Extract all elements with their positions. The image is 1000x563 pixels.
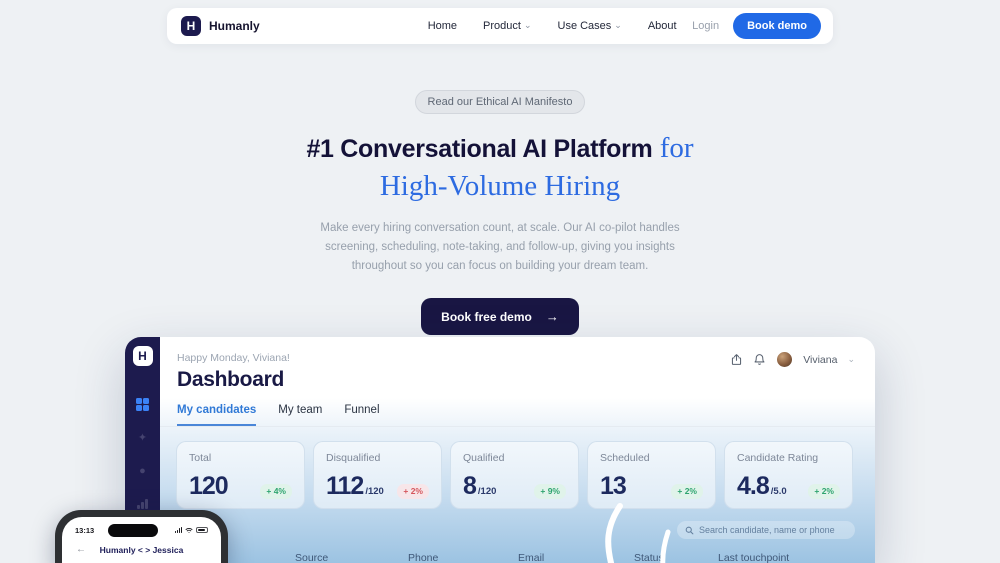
column-header[interactable]: Status bbox=[634, 552, 664, 563]
stat-label: Scheduled bbox=[600, 452, 703, 464]
arrow-right-icon: → bbox=[546, 309, 559, 324]
stat-card-total: Total 120 + 4% bbox=[176, 441, 305, 509]
login-link[interactable]: Login bbox=[692, 20, 719, 32]
table-header-row: Source Phone Email Status Last touchpoin… bbox=[160, 552, 875, 563]
book-free-demo-button[interactable]: Book free demo → bbox=[421, 298, 579, 335]
search-icon bbox=[685, 526, 694, 535]
nav-item-about[interactable]: About bbox=[648, 20, 677, 32]
nav-item-label: Product bbox=[483, 20, 521, 32]
stat-label: Candidate Rating bbox=[737, 452, 840, 464]
signal-icon bbox=[175, 527, 183, 533]
cta-label: Book free demo bbox=[441, 310, 532, 324]
stat-delta-badge: + 2% bbox=[671, 484, 703, 499]
top-navbar: H Humanly Home Product ⌄ Use Cases ⌄ Abo… bbox=[167, 8, 833, 44]
dashboard-main: Happy Monday, Viviana! Dashboard Viviana… bbox=[160, 337, 875, 563]
phone-chat-header: ← Humanly < > Jessica bbox=[62, 544, 221, 555]
wifi-icon bbox=[185, 527, 193, 534]
stat-card-candidate-rating: Candidate Rating 4.8 /5.0 + 2% bbox=[724, 441, 853, 509]
phone-status-bar: 13:13 bbox=[62, 523, 221, 537]
dashboard-tabs: My candidates My team Funnel bbox=[160, 404, 875, 427]
phone-chat-title: Humanly < > Jessica bbox=[62, 545, 221, 555]
tab-funnel[interactable]: Funnel bbox=[344, 404, 379, 426]
stat-card-scheduled: Scheduled 13 + 2% bbox=[587, 441, 716, 509]
stat-label: Disqualified bbox=[326, 452, 429, 464]
stat-card-disqualified: Disqualified 112 /120 + 2% bbox=[313, 441, 442, 509]
nav-item-product[interactable]: Product ⌄ bbox=[483, 20, 531, 32]
phone-screen: 13:13 ← Humanly < > Jessica bbox=[62, 517, 221, 563]
analytics-bars-icon[interactable] bbox=[137, 499, 148, 509]
humanly-logo-icon[interactable]: H bbox=[133, 346, 153, 366]
stat-card-qualified: Qualified 8 /120 + 9% bbox=[450, 441, 579, 509]
brand-name: Humanly bbox=[209, 19, 260, 33]
stat-delta-badge: + 4% bbox=[260, 484, 292, 499]
humanly-logo-icon: H bbox=[181, 16, 201, 36]
bell-icon[interactable] bbox=[753, 353, 766, 366]
share-icon[interactable] bbox=[730, 353, 743, 366]
search-input[interactable] bbox=[699, 525, 847, 535]
column-header[interactable]: Phone bbox=[408, 552, 438, 563]
stat-value: 13 bbox=[600, 472, 626, 501]
stat-value: 4.8 bbox=[737, 472, 769, 501]
column-header[interactable]: Last touchpoint bbox=[718, 552, 789, 563]
column-header[interactable]: Source bbox=[295, 552, 328, 563]
candidate-search[interactable] bbox=[677, 521, 855, 539]
hero-title-sans: #1 Conversational AI Platform bbox=[306, 135, 652, 163]
stat-delta-badge: + 2% bbox=[808, 484, 840, 499]
chevron-down-icon: ⌄ bbox=[524, 21, 532, 30]
brand[interactable]: H Humanly bbox=[181, 16, 260, 36]
chevron-down-icon: ⌄ bbox=[614, 21, 622, 30]
stat-delta-badge: + 9% bbox=[534, 484, 566, 499]
stat-suffix: /120 bbox=[365, 486, 384, 497]
nav-links: Home Product ⌄ Use Cases ⌄ About bbox=[428, 20, 677, 32]
nav-item-home[interactable]: Home bbox=[428, 20, 457, 32]
hero-title-serif-inline: for bbox=[652, 132, 693, 164]
hero-description: Make every hiring conversation count, at… bbox=[314, 219, 686, 276]
dashboard-mockup: H ✦ ● Happy Monday, Viviana! Dashboard bbox=[125, 337, 875, 563]
user-avatar[interactable] bbox=[776, 351, 793, 368]
chevron-down-icon[interactable]: ⌄ bbox=[847, 354, 855, 365]
battery-icon bbox=[196, 527, 208, 533]
dashboard-page-title: Dashboard bbox=[177, 368, 855, 392]
dashboard-grid-icon[interactable] bbox=[136, 398, 149, 411]
phone-mockup: 13:13 ← Humanly < > Jessica bbox=[55, 510, 228, 563]
hero-section: Read our Ethical AI Manifesto #1 Convers… bbox=[0, 90, 1000, 335]
user-name: Viviana bbox=[803, 354, 837, 366]
stat-value: 112 bbox=[326, 472, 363, 501]
dynamic-island bbox=[108, 524, 158, 537]
hero-title-serif-line2: High-Volume Hiring bbox=[380, 170, 620, 202]
nav-right: Login Book demo bbox=[692, 13, 821, 39]
stat-label: Total bbox=[189, 452, 292, 464]
tab-my-candidates[interactable]: My candidates bbox=[177, 404, 256, 426]
sparkle-icon[interactable]: ✦ bbox=[138, 433, 147, 444]
stat-value: 8 bbox=[463, 472, 476, 501]
stat-suffix: /120 bbox=[478, 486, 497, 497]
ethical-ai-manifesto-badge[interactable]: Read our Ethical AI Manifesto bbox=[415, 90, 586, 114]
nav-item-label: Home bbox=[428, 20, 457, 32]
phone-time: 13:13 bbox=[75, 526, 94, 535]
phone-status-icons bbox=[175, 527, 209, 534]
stat-value: 120 bbox=[189, 472, 228, 501]
stat-delta-badge: + 2% bbox=[397, 484, 429, 499]
stat-label: Qualified bbox=[463, 452, 566, 464]
nav-item-label: About bbox=[648, 20, 677, 32]
book-demo-button[interactable]: Book demo bbox=[733, 13, 821, 39]
stat-suffix: /5.0 bbox=[771, 486, 787, 497]
column-header[interactable]: Email bbox=[518, 552, 544, 563]
nav-item-label: Use Cases bbox=[558, 20, 612, 32]
tab-my-team[interactable]: My team bbox=[278, 404, 322, 426]
stats-row: Total 120 + 4% Disqualified 112 /120 + 2… bbox=[160, 427, 875, 509]
nav-item-use-cases[interactable]: Use Cases ⌄ bbox=[558, 20, 622, 32]
chat-dot-icon[interactable]: ● bbox=[139, 466, 146, 477]
hero-title: #1 Conversational AI Platform for High-V… bbox=[306, 130, 693, 205]
